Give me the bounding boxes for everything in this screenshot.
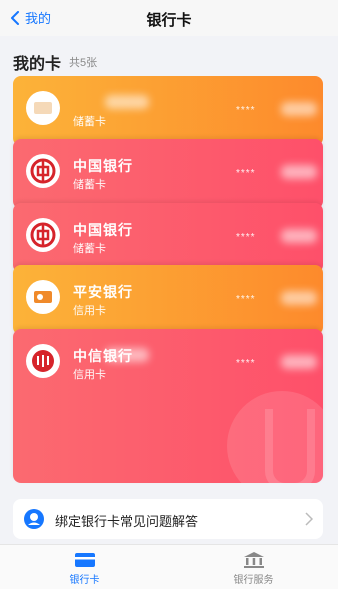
chevron-right-icon: [305, 512, 313, 526]
pingan-logo-icon: [26, 280, 60, 314]
bank-logo-icon: [26, 91, 60, 125]
customer-service-icon: [24, 509, 44, 529]
bank-card[interactable]: 中信银行 信用卡 ****: [13, 329, 323, 483]
citic-logo-icon: [26, 344, 60, 378]
card-number-mask: ****: [236, 168, 256, 179]
card-type: 储蓄卡: [73, 243, 106, 255]
card-number-mask: ****: [236, 232, 256, 243]
nav-bar: 我的 银行卡: [0, 0, 338, 36]
tab-label: 银行卡: [69, 575, 100, 586]
card-type: 储蓄卡: [73, 116, 106, 128]
bank-watermark-logo: [227, 391, 323, 483]
boc-logo-icon: [26, 154, 60, 188]
section-title: 我的卡: [13, 56, 62, 73]
bank-card[interactable]: 中国银行 储蓄卡 ****: [13, 203, 323, 273]
bank-card[interactable]: 储蓄卡 ****: [13, 76, 323, 146]
boc-logo-icon: [26, 218, 60, 252]
bank-card[interactable]: 中国银行 储蓄卡 ****: [13, 139, 323, 209]
tab-bank-services[interactable]: 银行服务: [169, 545, 338, 589]
bank-name: 平安银行: [73, 284, 133, 300]
card-type: 信用卡: [73, 369, 106, 381]
card-type: 信用卡: [73, 305, 106, 317]
faq-row[interactable]: 绑定银行卡常见问题解答: [13, 499, 323, 539]
bank-name: 中国银行: [73, 222, 133, 238]
card-number-mask: ****: [236, 358, 256, 369]
page-title: 银行卡: [146, 12, 192, 29]
tab-bar: 银行卡 银行服务: [0, 544, 338, 589]
tab-bank-cards[interactable]: 银行卡: [0, 545, 169, 589]
card-type: 储蓄卡: [73, 179, 106, 191]
card-icon: [74, 553, 95, 567]
bank-name: 中国银行: [73, 158, 133, 174]
bank-card[interactable]: 平安银行 信用卡 ****: [13, 265, 323, 335]
card-count: 共5张: [69, 57, 98, 69]
faq-text: 绑定银行卡常见问题解答: [55, 514, 199, 529]
bank-building-icon: [243, 552, 264, 568]
card-number-mask: ****: [236, 294, 256, 305]
tab-label: 银行服务: [233, 575, 274, 586]
card-number-mask: ****: [236, 105, 256, 116]
